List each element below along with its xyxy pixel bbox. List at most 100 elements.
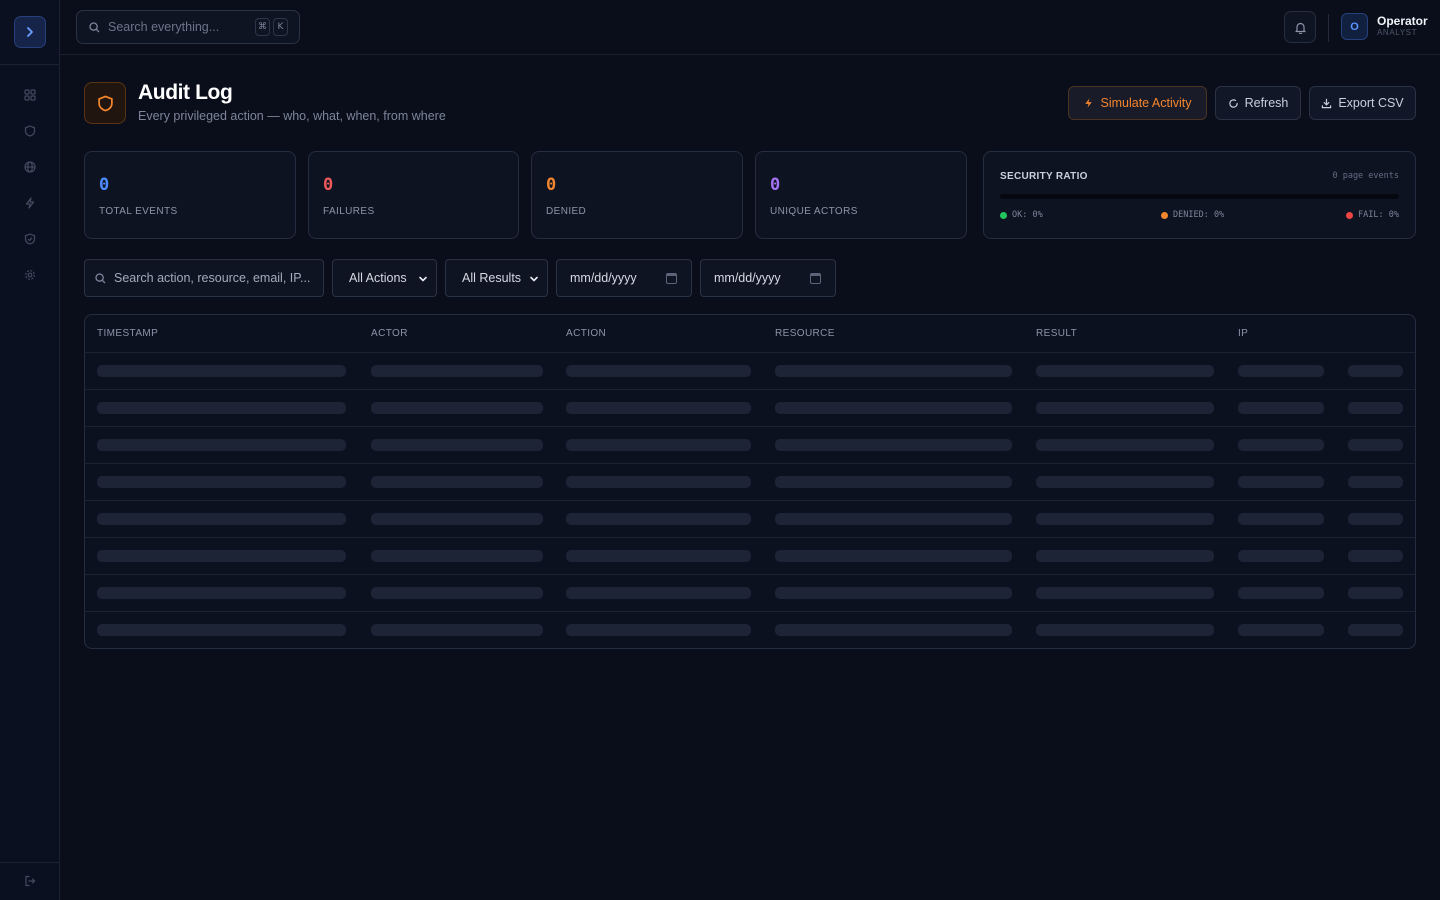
stat-value: 0 [546,175,557,195]
security-ratio-card: SECURITY RATIO 0 page events OK: 0% DENI… [983,151,1416,239]
chevron-right-icon [27,27,33,37]
stat-card-total-events: 0 TOTAL EVENTS [84,151,296,239]
shield-icon [97,95,113,111]
sidebar-expand-button[interactable] [14,16,46,48]
column-header-ip[interactable]: IP [1238,328,1248,339]
table-row-skeleton [85,500,1415,537]
skeleton-cell [1036,513,1214,525]
skeleton-cell [566,587,751,599]
column-header-resource[interactable]: RESOURCE [775,328,835,339]
skeleton-cell [371,365,543,377]
skeleton-cell [1348,365,1403,377]
global-search-input[interactable]: Search everything... ⌘ K [76,10,300,44]
skeleton-cell [566,550,751,562]
calendar-icon[interactable] [810,273,821,284]
column-header-timestamp[interactable]: TIMESTAMP [97,328,158,339]
logout-button[interactable] [20,871,40,891]
sidebar-item-activity[interactable] [20,193,40,213]
skeleton-cell [1348,550,1403,562]
skeleton-cell [1238,402,1324,414]
sidebar-divider [0,862,59,863]
status-dot [1346,211,1354,219]
status-dot [1161,211,1168,219]
audit-search-placeholder: Search action, resource, email, IP... [114,271,311,285]
bell-icon [1294,22,1306,34]
skeleton-cell [1348,476,1403,488]
export-csv-button[interactable]: Export CSV [1309,86,1416,120]
shield-check-icon [24,233,36,245]
skeleton-cell [1036,365,1214,377]
avatar[interactable]: O [1341,13,1368,40]
user-name: Operator [1377,14,1428,28]
skeleton-cell [371,624,543,636]
skeleton-cell [1238,550,1324,562]
skeleton-cell [371,513,543,525]
calendar-icon[interactable] [666,273,677,284]
result-filter-select[interactable]: All Results [445,259,548,297]
column-header-action[interactable]: ACTION [566,328,606,339]
globe-icon [24,161,36,173]
skeleton-cell [775,476,1012,488]
skeleton-cell [775,624,1012,636]
skeleton-cell [1238,587,1324,599]
skeleton-cell [1238,439,1324,451]
notifications-button[interactable] [1284,11,1316,43]
stat-label: FAILURES [323,206,375,217]
sidebar-item-audit[interactable] [20,229,40,249]
security-ratio-caption: 0 page events [1332,171,1399,181]
simulate-activity-button[interactable]: Simulate Activity [1068,86,1207,120]
result-filter-value: All Results [462,271,522,285]
topbar: Search everything... ⌘ K O Operator ANAL… [60,0,1440,55]
skeleton-cell [1238,624,1324,636]
refresh-button[interactable]: Refresh [1215,86,1301,120]
skeleton-cell [1036,587,1214,599]
skeleton-cell [1036,624,1214,636]
column-header-actor[interactable]: ACTOR [371,328,408,339]
table-row-skeleton [85,352,1415,389]
skeleton-cell [371,550,543,562]
chevron-down-icon [419,276,427,282]
skeleton-cell [97,476,346,488]
legend-ok-label: OK: 0% [1012,210,1043,220]
stat-card-unique-actors: 0 UNIQUE ACTORS [755,151,967,239]
skeleton-cell [566,402,751,414]
skeleton-cell [97,439,346,451]
skeleton-cell [775,550,1012,562]
stat-card-failures: 0 FAILURES [308,151,519,239]
skeleton-cell [1348,624,1403,636]
stat-value: 0 [99,175,110,195]
sidebar-item-network[interactable] [20,157,40,177]
skeleton-cell [371,587,543,599]
security-ratio-bar [1000,194,1399,199]
audit-search-input[interactable]: Search action, resource, email, IP... [84,259,324,297]
chevron-down-icon [530,276,538,282]
sidebar-item-settings[interactable] [20,265,40,285]
table-row-skeleton [85,426,1415,463]
skeleton-cell [566,624,751,636]
status-dot [1000,211,1007,219]
search-icon [95,272,106,283]
skeleton-cell [97,513,346,525]
action-filter-select[interactable]: All Actions [332,259,437,297]
skeleton-cell [775,402,1012,414]
stat-label: TOTAL EVENTS [99,206,178,217]
shield-icon [24,125,36,137]
refresh-icon [1228,98,1238,108]
skeleton-cell [566,439,751,451]
skeleton-cell [1238,476,1324,488]
app-root: Search everything... ⌘ K O Operator ANAL… [0,0,1440,900]
refresh-label: Refresh [1244,96,1289,110]
page-icon [84,82,126,124]
date-to-input[interactable]: mm/dd/yyyy [700,259,836,297]
skeleton-cell [371,439,543,451]
user-role: ANALYST [1377,28,1418,37]
skeleton-cell [566,513,751,525]
sidebar-item-security[interactable] [20,121,40,141]
skeleton-cell [1348,513,1403,525]
skeleton-cell [775,365,1012,377]
column-header-result[interactable]: RESULT [1036,328,1077,339]
security-ratio-title: SECURITY RATIO [1000,171,1088,182]
sidebar-item-dashboard[interactable] [20,85,40,105]
table-row-skeleton [85,463,1415,500]
date-from-input[interactable]: mm/dd/yyyy [556,259,692,297]
